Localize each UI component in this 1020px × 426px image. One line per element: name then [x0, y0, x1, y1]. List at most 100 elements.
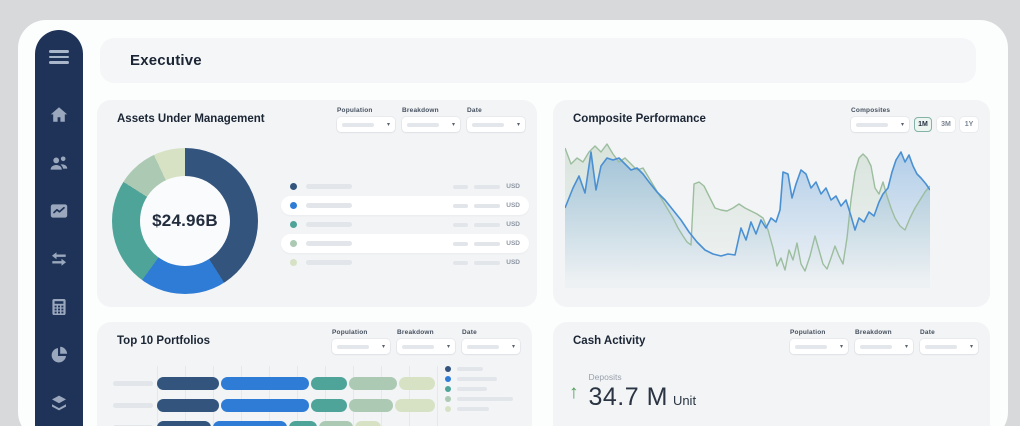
transactions-icon[interactable]: [49, 248, 70, 269]
legend-currency: USD: [506, 259, 520, 266]
dropdown-select[interactable]: ▾: [920, 339, 978, 354]
legend-dot: [445, 376, 451, 382]
legend-dot: [445, 406, 451, 412]
dropdown-select[interactable]: ▾: [790, 339, 848, 354]
deposits-metric: ↑ Deposits 34.7 M Unit: [569, 372, 696, 412]
dropdown-select[interactable]: ▾: [851, 117, 909, 132]
portfolio-filters: Population▾Breakdown▾Date▾: [332, 329, 520, 354]
legend-row[interactable]: USD: [281, 177, 529, 196]
dropdown-breakdown: Breakdown▾: [855, 329, 913, 354]
dropdown-placeholder-bar: [402, 345, 434, 349]
legend-dot: [290, 202, 297, 209]
timeframe-3m-button[interactable]: 3M: [937, 117, 955, 132]
caret-down-icon: ▾: [970, 344, 973, 350]
legend-value-placeholder: [474, 223, 500, 227]
legend-row[interactable]: USD: [281, 196, 529, 215]
timeframe-1y-button[interactable]: 1Y: [960, 117, 978, 132]
legend-row: [445, 364, 513, 374]
dropdown-select[interactable]: ▾: [467, 117, 525, 132]
dropdown-placeholder-bar: [467, 345, 499, 349]
caret-down-icon: ▾: [387, 122, 390, 128]
legend-name-placeholder: [306, 241, 352, 246]
legend-dot: [445, 386, 451, 392]
card-title: Composite Performance: [573, 113, 706, 125]
bar-segment: [311, 399, 347, 412]
caret-down-icon: ▾: [512, 344, 515, 350]
portfolio-stacked-bar: [157, 421, 381, 426]
dropdown-label: Population: [337, 107, 395, 114]
calculator-icon[interactable]: [49, 296, 70, 317]
dropdown-select[interactable]: ▾: [397, 339, 455, 354]
legend-row[interactable]: USD: [281, 253, 529, 272]
bar-segment: [399, 377, 435, 390]
home-icon[interactable]: [49, 104, 70, 125]
caret-down-icon: ▾: [901, 122, 904, 128]
clients-icon[interactable]: [49, 152, 70, 173]
legend-value-placeholder: [474, 185, 500, 189]
dropdown-select[interactable]: ▾: [855, 339, 913, 354]
card-assets-under-management: Assets Under Management Population▾Break…: [97, 100, 537, 307]
legend-dot: [290, 259, 297, 266]
legend-value-placeholder: [453, 223, 468, 227]
bar-segment: [349, 377, 397, 390]
portfolio-stacked-bar: [157, 399, 435, 412]
card-title: Assets Under Management: [117, 113, 265, 125]
caret-down-icon: ▾: [517, 122, 520, 128]
legend-row: [445, 394, 513, 404]
dropdown-label: Population: [332, 329, 390, 336]
card-title: Top 10 Portfolios: [117, 335, 210, 347]
portfolio-name-placeholder: [113, 381, 153, 386]
legend-row[interactable]: USD: [281, 234, 529, 253]
portfolio-stacked-bar: [157, 377, 435, 390]
performance-icon[interactable]: [49, 200, 70, 221]
dropdown-placeholder-bar: [337, 345, 369, 349]
legend-value-placeholder: [474, 261, 500, 265]
dropdown-population: Population ▾: [332, 329, 390, 354]
legend-row[interactable]: USD: [281, 215, 529, 234]
legend-name-placeholder: [457, 367, 483, 371]
menu-icon[interactable]: [49, 50, 69, 64]
card-title: Cash Activity: [573, 335, 645, 347]
legend-name-placeholder: [306, 222, 352, 227]
holdings-icon[interactable]: [49, 392, 70, 413]
caret-down-icon: ▾: [452, 122, 455, 128]
bar-segment: [157, 399, 219, 412]
dropdown-placeholder-bar: [407, 123, 439, 127]
dropdown-select[interactable]: ▾: [402, 117, 460, 132]
metric-unit: Unit: [673, 393, 696, 408]
dropdown-date: Date ▾: [467, 107, 525, 132]
dropdown-select[interactable]: ▾: [337, 117, 395, 132]
composite-line-chart: [565, 138, 930, 298]
dropdown-placeholder-bar: [795, 345, 827, 349]
portfolio-name-placeholder: [113, 403, 153, 408]
bar-segment: [157, 421, 211, 426]
allocation-icon[interactable]: [49, 344, 70, 365]
legend-values: USD: [453, 221, 520, 228]
dropdown-label: Date: [467, 107, 525, 114]
legend-name-placeholder: [457, 377, 497, 381]
legend-values: USD: [453, 202, 520, 209]
cash-filters: Population▾Breakdown▾Date▾: [790, 329, 978, 354]
dropdown-label: Population: [790, 329, 848, 336]
legend-dot: [290, 240, 297, 247]
dropdown-breakdown: Breakdown ▾: [402, 107, 460, 132]
dropdown-placeholder-bar: [860, 345, 892, 349]
dropdown-label: Breakdown: [397, 329, 455, 336]
dropdown-population: Population ▾: [337, 107, 395, 132]
card-composite-performance: Composite Performance Composites▾ 1M 3M 1Y: [553, 100, 990, 307]
legend-name-placeholder: [306, 184, 352, 189]
dropdown-label: Breakdown: [402, 107, 460, 114]
bar-segment: [221, 377, 309, 390]
timeframe-1m-button[interactable]: 1M: [914, 117, 932, 132]
dropdown-select[interactable]: ▾: [462, 339, 520, 354]
dropdown-composites: Composites▾: [851, 107, 909, 132]
dropdown-select[interactable]: ▾: [332, 339, 390, 354]
bar-segment: [213, 421, 287, 426]
sidebar: [35, 30, 83, 426]
card-cash-activity: Cash Activity Population▾Breakdown▾Date▾…: [553, 322, 990, 426]
page-header: Executive: [100, 38, 976, 83]
sidebar-nav: [49, 104, 70, 413]
dropdown-breakdown: Breakdown ▾: [397, 329, 455, 354]
portfolio-legend: [445, 364, 513, 414]
caret-down-icon: ▾: [905, 344, 908, 350]
